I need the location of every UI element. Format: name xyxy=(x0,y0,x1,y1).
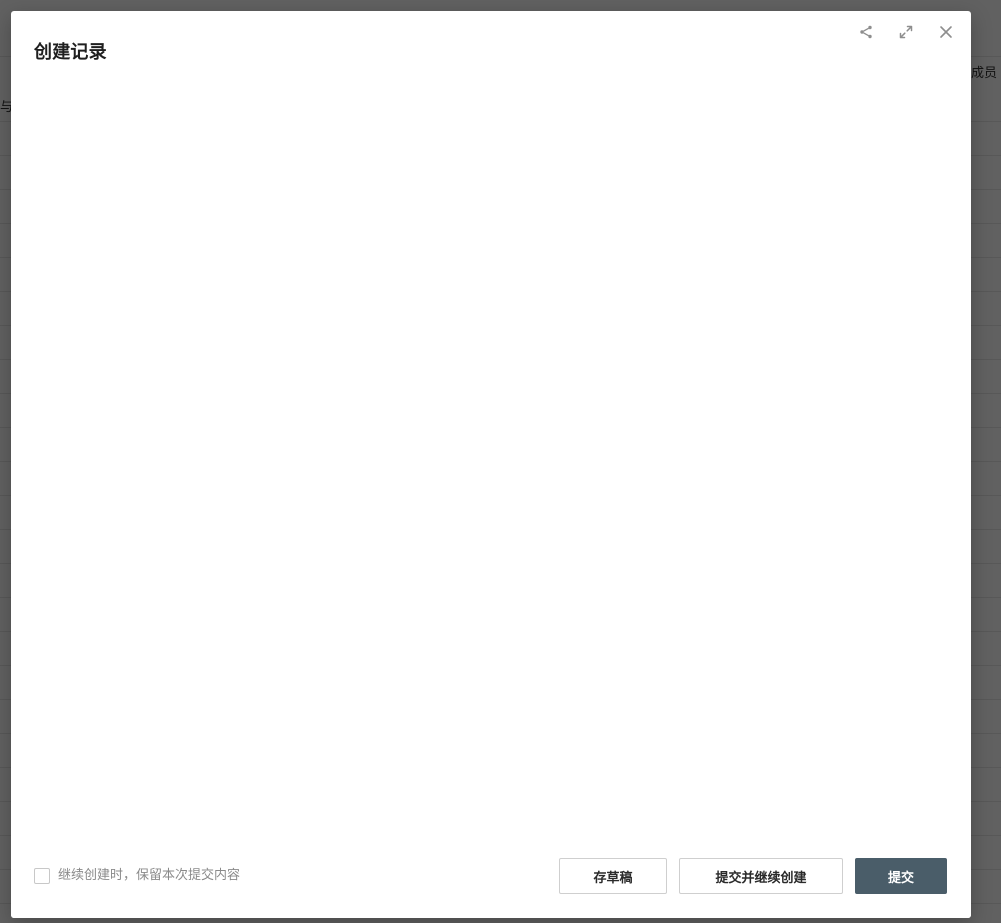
expand-icon[interactable] xyxy=(891,21,921,43)
submit-button[interactable]: 提交 xyxy=(855,858,947,894)
modal-body xyxy=(11,91,971,851)
save-draft-button[interactable]: 存草稿 xyxy=(559,858,667,894)
share-icon[interactable] xyxy=(851,21,881,43)
modal-header-actions xyxy=(851,21,961,43)
modal-footer: 继续创建时，保留本次提交内容 存草稿 提交并继续创建 提交 xyxy=(11,846,971,918)
close-icon[interactable] xyxy=(931,21,961,43)
create-record-modal: 创建记录 继续创建时，保留本次提交内容 存草稿 提交并继续创建 提交 xyxy=(11,11,971,918)
keep-content-label: 继续创建时，保留本次提交内容 xyxy=(58,868,241,883)
checkbox-box[interactable] xyxy=(34,868,50,884)
modal-title: 创建记录 xyxy=(34,42,107,63)
submit-and-continue-button[interactable]: 提交并继续创建 xyxy=(679,858,843,894)
keep-content-checkbox[interactable]: 继续创建时，保留本次提交内容 xyxy=(34,867,240,885)
